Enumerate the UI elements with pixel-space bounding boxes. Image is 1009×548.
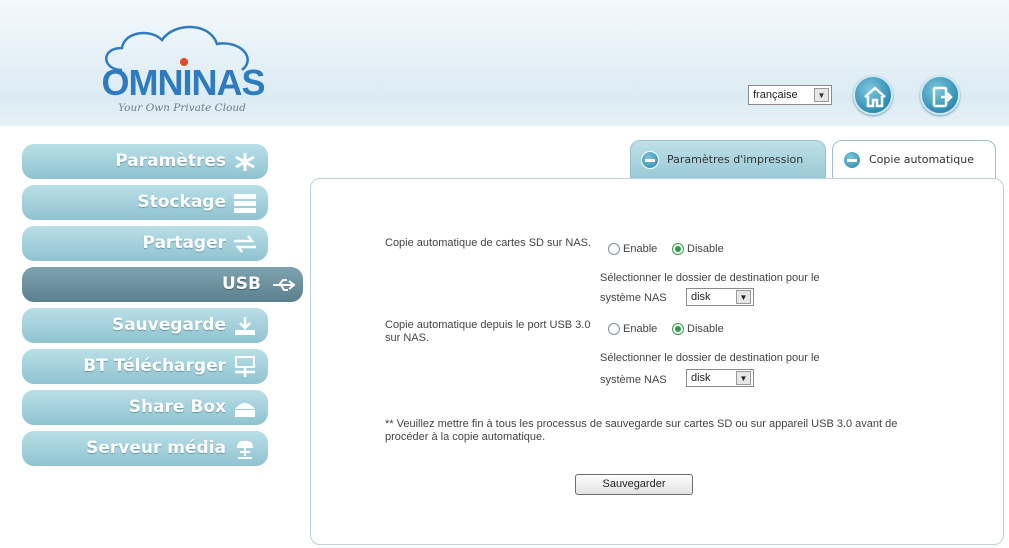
usb-disable-radio[interactable]	[672, 323, 684, 335]
chevron-down-icon: ▼	[814, 88, 829, 102]
share-icon	[234, 235, 256, 253]
warning-note: ** Veuillez mettre fin à tous les proces…	[385, 418, 898, 443]
home-icon	[864, 86, 886, 108]
storage-icon	[234, 194, 256, 213]
bt-download-icon	[235, 356, 255, 377]
tab-label: Copie automatique	[869, 153, 975, 166]
sidebar-item-bt-telecharger[interactable]: BT Télécharger	[22, 349, 268, 384]
logout-button[interactable]	[920, 75, 960, 115]
logo-wordmark: OMNINAS	[101, 62, 266, 103]
sidebar-item-label: Sauvegarde	[111, 315, 226, 335]
sd-enable-label: Enable	[623, 243, 658, 255]
sidebar-item-label: Partager	[142, 233, 226, 253]
usb-icon	[273, 279, 296, 291]
logout-icon	[932, 86, 953, 108]
sd-enable-radio[interactable]	[608, 243, 620, 255]
sd-disable-label: Disable	[687, 243, 724, 255]
sidebar-item-share-box[interactable]: Share Box	[22, 390, 268, 425]
sidebar-item-label: Serveur média	[86, 438, 226, 458]
chevron-down-icon: ▼	[736, 290, 751, 304]
sidebar-item-label: Stockage	[137, 192, 226, 212]
sidebar-item-label: BT Télécharger	[83, 356, 226, 376]
sd-dest-select[interactable]: disk ▼	[686, 288, 754, 306]
usb-enable-radio[interactable]	[608, 323, 620, 335]
media-server-icon	[237, 440, 253, 459]
tab-print-settings[interactable]: Paramètres d'impression	[630, 140, 826, 180]
sidebar-item-parametres[interactable]: Paramètres	[22, 144, 268, 179]
sd-dest-label: système NAS	[600, 292, 667, 304]
usb-dest-label: système NAS	[600, 374, 667, 386]
sd-disable-radio[interactable]	[672, 243, 684, 255]
usb-disable-label: Disable	[687, 323, 724, 335]
sd-dest-text: Sélectionner le dossier de destination p…	[600, 272, 820, 284]
omninas-logo: OMNINAS Your Own Private Cloud	[92, 20, 272, 115]
save-button[interactable]: Sauvegarder	[575, 474, 693, 495]
usb-copy-label: Copie automatique depuis le port USB 3.0…	[385, 319, 591, 344]
sidebar-item-serveur-media[interactable]: Serveur média	[22, 431, 268, 466]
language-select[interactable]: française ▼	[748, 85, 832, 105]
sidebar-item-sauvegarde[interactable]: Sauvegarde	[22, 308, 268, 343]
backup-icon	[235, 317, 255, 335]
share-box-icon	[235, 403, 255, 417]
auto-copy-tab-icon	[843, 151, 861, 169]
usb-dest-text: Sélectionner le dossier de destination p…	[600, 352, 820, 364]
sidebar-item-label: Paramètres	[115, 151, 226, 171]
usb-enable-label: Enable	[623, 323, 658, 335]
logo-tagline: Your Own Private Cloud	[118, 102, 246, 114]
sidebar-item-partager[interactable]: Partager	[22, 226, 268, 261]
home-button[interactable]	[853, 75, 893, 115]
header-bar: OMNINAS Your Own Private Cloud française…	[0, 0, 1009, 126]
tab-auto-copy[interactable]: Copie automatique	[832, 140, 996, 180]
sidebar-item-usb[interactable]: USB	[22, 267, 303, 302]
tab-label: Paramètres d'impression	[667, 153, 804, 166]
usb-dest-value: disk	[691, 372, 711, 384]
sd-copy-label: Copie automatique de cartes SD sur NAS.	[385, 237, 592, 249]
settings-icon	[235, 153, 255, 171]
chevron-down-icon: ▼	[736, 371, 751, 385]
language-value: française	[753, 89, 798, 101]
usb-dest-select[interactable]: disk ▼	[686, 369, 754, 387]
sidebar-item-stockage[interactable]: Stockage	[22, 185, 268, 220]
sd-dest-value: disk	[691, 291, 711, 303]
sidebar-item-label: USB	[221, 274, 261, 294]
print-tab-icon	[641, 151, 659, 169]
sidebar-item-label: Share Box	[128, 397, 226, 417]
